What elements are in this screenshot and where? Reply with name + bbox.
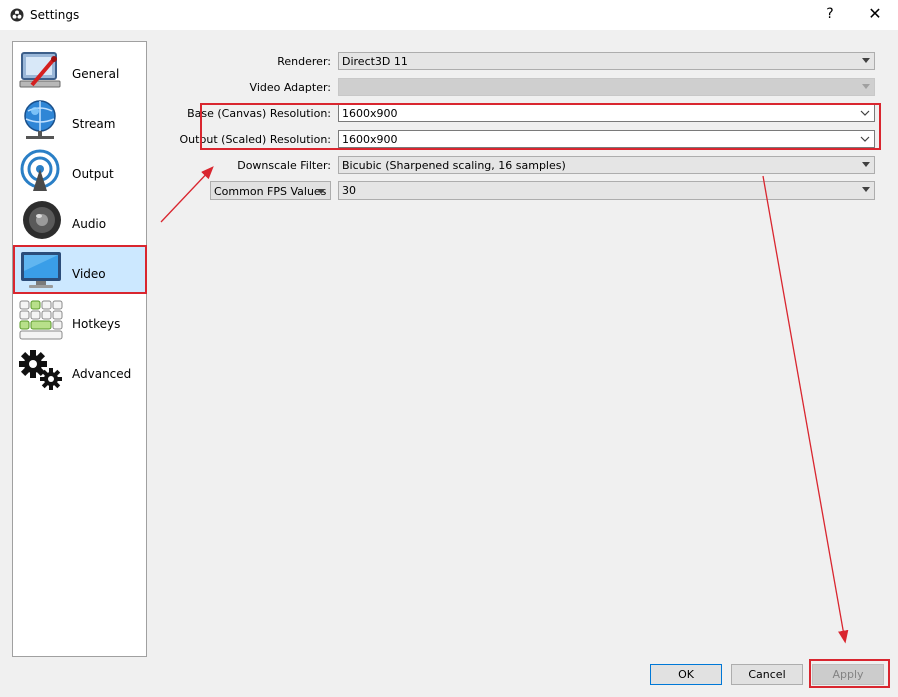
arrow-to-apply: [762, 175, 849, 644]
arrow-to-resolution: [160, 166, 214, 223]
annotation-arrows: [160, 166, 849, 644]
